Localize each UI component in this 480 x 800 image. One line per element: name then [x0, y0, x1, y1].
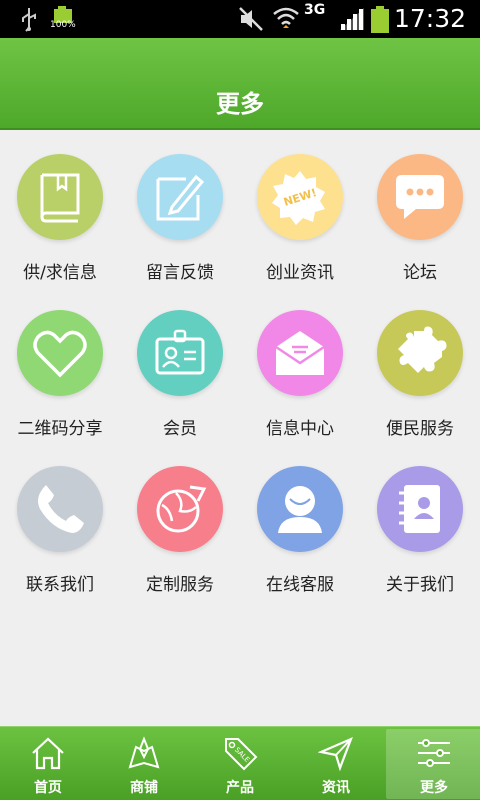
- page-title: 更多: [216, 90, 264, 118]
- grid-item-label: 在线客服: [266, 575, 334, 595]
- app-header: 更多: [0, 38, 480, 130]
- tab-label: 产品: [226, 780, 254, 796]
- id-card-icon: [137, 310, 223, 396]
- user-icon: [257, 466, 343, 552]
- mute-icon: [238, 6, 264, 36]
- send-icon: [318, 736, 353, 771]
- bottom-tab-bar: 首页 商铺 SALE 产品 资讯 更多: [0, 726, 480, 800]
- tab-label: 资讯: [322, 780, 350, 796]
- tab-label: 更多: [420, 780, 448, 796]
- tab-label: 首页: [34, 780, 62, 796]
- grid-item-feedback[interactable]: 留言反馈: [120, 132, 240, 283]
- chat-bubble-icon: [377, 154, 463, 240]
- signal-icon: [338, 6, 366, 36]
- grid-item-convenience[interactable]: 便民服务: [360, 288, 480, 439]
- grid-item-startup-news[interactable]: NEW! 创业资讯: [240, 132, 360, 283]
- grid-item-forum[interactable]: 论坛: [360, 132, 480, 283]
- sale-tag-icon: SALE: [225, 738, 258, 771]
- battery-full-icon: [370, 6, 390, 38]
- grid-item-info-center[interactable]: 信息中心: [240, 288, 360, 439]
- tab-news[interactable]: 资讯: [288, 729, 384, 799]
- wifi-icon: [272, 6, 300, 36]
- battery-percent: 100%: [50, 20, 76, 30]
- grid-item-custom-service[interactable]: 定制服务: [120, 444, 240, 595]
- grid-item-online-support[interactable]: 在线客服: [240, 444, 360, 595]
- phone-icon: [17, 466, 103, 552]
- puzzle-icon: [377, 310, 463, 396]
- map-pin-icon: [128, 736, 160, 769]
- network-type: 3G: [304, 2, 326, 18]
- mail-icon: [257, 310, 343, 396]
- book-icon: [17, 154, 103, 240]
- clock: 17:32: [393, 4, 466, 33]
- tab-products[interactable]: SALE 产品: [192, 729, 288, 799]
- new-badge-icon: NEW!: [257, 154, 343, 240]
- grid-item-label: 关于我们: [386, 575, 454, 595]
- grid-item-about-us[interactable]: 关于我们: [360, 444, 480, 595]
- globe-arrow-icon: [137, 466, 223, 552]
- grid-item-label: 论坛: [403, 263, 437, 283]
- tab-more[interactable]: 更多: [386, 729, 480, 799]
- tab-home[interactable]: 首页: [0, 729, 96, 799]
- grid-item-label: 信息中心: [266, 419, 334, 439]
- grid-item-label: 创业资讯: [266, 263, 334, 283]
- grid-item-member[interactable]: 会员: [120, 288, 240, 439]
- status-bar: 100% 3G 17:32: [0, 0, 480, 38]
- edit-icon: [137, 154, 223, 240]
- home-icon: [32, 737, 64, 770]
- usb-icon: [18, 6, 40, 36]
- grid-item-qrcode-share[interactable]: 二维码分享: [0, 288, 120, 439]
- grid-item-supply-demand[interactable]: 供/求信息: [0, 132, 120, 283]
- contacts-book-icon: [377, 466, 463, 552]
- grid-item-label: 便民服务: [386, 419, 454, 439]
- grid-item-label: 定制服务: [146, 575, 214, 595]
- sliders-icon: [418, 739, 450, 767]
- menu-grid: 供/求信息 留言反馈 NEW! 创业资讯 论坛 二维码分享 会员 信息中心 便民…: [0, 132, 480, 726]
- grid-item-label: 会员: [163, 419, 197, 439]
- tab-label: 商铺: [130, 780, 158, 796]
- grid-item-label: 留言反馈: [146, 263, 214, 283]
- tab-shops[interactable]: 商铺: [96, 729, 192, 799]
- grid-item-label: 联系我们: [26, 575, 94, 595]
- heart-icon: [17, 310, 103, 396]
- grid-item-label: 二维码分享: [17, 419, 103, 439]
- grid-item-label: 供/求信息: [23, 263, 97, 283]
- grid-item-contact[interactable]: 联系我们: [0, 444, 120, 595]
